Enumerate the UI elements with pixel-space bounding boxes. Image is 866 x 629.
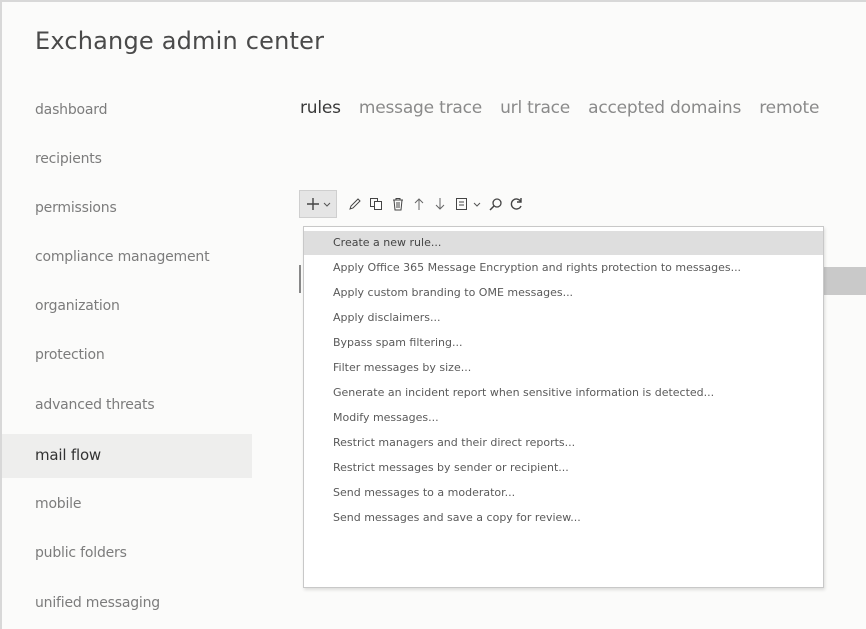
menu-item-bypass-spam[interactable]: Bypass spam filtering... (304, 331, 823, 355)
sidebar-item-mail-flow[interactable]: mail flow (35, 446, 101, 464)
add-icon (306, 198, 319, 210)
move-up-icon (414, 198, 424, 210)
move-down-button[interactable] (429, 192, 451, 216)
chevron-down-icon (323, 202, 330, 207)
menu-item-apply-ome-encryption[interactable]: Apply Office 365 Message Encryption and … (304, 256, 823, 280)
menu-item-custom-branding[interactable]: Apply custom branding to OME messages... (304, 281, 823, 305)
menu-item-restrict-managers[interactable]: Restrict managers and their direct repor… (304, 431, 823, 455)
sidebar-item-permissions[interactable]: permissions (35, 200, 117, 216)
refresh-button[interactable] (507, 192, 527, 216)
export-button[interactable] (451, 192, 485, 216)
menu-item-modify-messages[interactable]: Modify messages... (304, 406, 823, 430)
copy-icon (370, 198, 382, 210)
sidebar-item-public-folders[interactable]: public folders (35, 545, 127, 561)
menu-item-send-and-save-copy[interactable]: Send messages and save a copy for review… (304, 506, 823, 530)
list-header-bar (822, 267, 866, 295)
admin-center-window: Exchange admin center dashboard recipien… (0, 0, 866, 629)
delete-icon (393, 198, 403, 211)
sidebar-item-unified-messaging[interactable]: unified messaging (35, 595, 160, 611)
tab-rules[interactable]: rules (300, 98, 341, 118)
edit-button[interactable] (345, 192, 365, 216)
list-divider (299, 265, 301, 293)
menu-item-apply-disclaimers[interactable]: Apply disclaimers... (304, 306, 823, 330)
search-icon (489, 198, 502, 211)
sidebar-item-organization[interactable]: organization (35, 298, 120, 314)
refresh-icon (510, 198, 522, 210)
sidebar-item-compliance-management[interactable]: compliance management (35, 249, 210, 265)
delete-button[interactable] (387, 192, 409, 216)
menu-item-incident-report[interactable]: Generate an incident report when sensiti… (304, 381, 823, 405)
add-rule-button[interactable] (299, 190, 337, 218)
move-down-icon (435, 198, 445, 210)
sidebar-item-dashboard[interactable]: dashboard (35, 102, 107, 118)
search-button[interactable] (485, 192, 507, 216)
sidebar-item-recipients[interactable]: recipients (35, 151, 102, 167)
menu-item-filter-by-size[interactable]: Filter messages by size... (304, 356, 823, 380)
tab-url-trace[interactable]: url trace (500, 98, 570, 118)
export-icon (456, 198, 467, 210)
chevron-down-icon (473, 202, 481, 207)
rules-toolbar (299, 189, 599, 219)
new-rule-dropdown-menu: Create a new rule... Apply Office 365 Me… (303, 226, 824, 588)
tab-message-trace[interactable]: message trace (359, 98, 482, 118)
move-up-button[interactable] (409, 192, 429, 216)
edit-icon (349, 198, 361, 210)
menu-item-restrict-sender-recipient[interactable]: Restrict messages by sender or recipient… (304, 456, 823, 480)
tab-bar: rules message trace url trace accepted d… (300, 98, 832, 118)
copy-button[interactable] (365, 192, 387, 216)
sidebar-item-advanced-threats[interactable]: advanced threats (35, 397, 155, 413)
sidebar-item-protection[interactable]: protection (35, 347, 105, 363)
app-title: Exchange admin center (35, 27, 325, 55)
menu-item-send-to-moderator[interactable]: Send messages to a moderator... (304, 481, 823, 505)
tab-accepted-domains[interactable]: accepted domains (588, 98, 741, 118)
menu-item-create-new-rule[interactable]: Create a new rule... (304, 231, 823, 255)
sidebar-item-mobile[interactable]: mobile (35, 496, 81, 512)
tab-remote[interactable]: remote (759, 98, 819, 118)
